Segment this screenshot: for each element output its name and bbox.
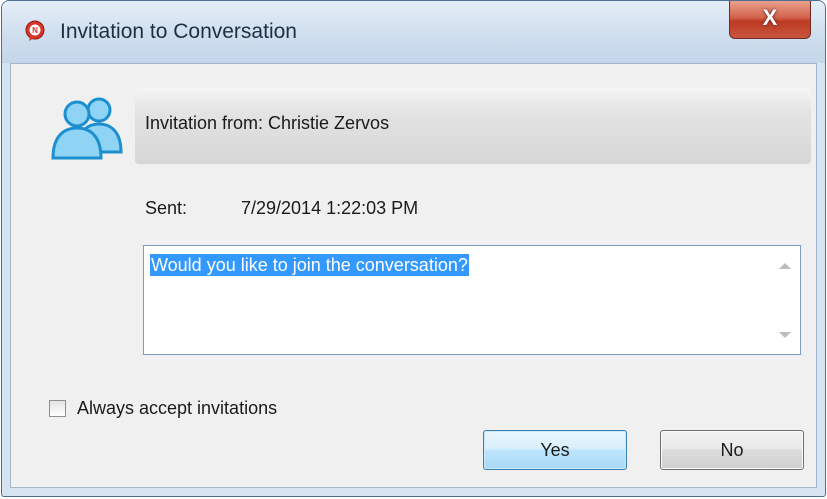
yes-button[interactable]: Yes xyxy=(483,430,627,470)
close-button[interactable]: X xyxy=(729,1,811,39)
title-bar[interactable]: N Invitation to Conversation X xyxy=(2,1,825,63)
scroll-down-arrow-icon[interactable] xyxy=(779,332,791,338)
svg-text:N: N xyxy=(32,26,38,35)
message-scrollbar[interactable] xyxy=(770,246,800,354)
dialog-window: N Invitation to Conversation X Invitatio… xyxy=(1,0,826,497)
window-title: Invitation to Conversation xyxy=(60,20,297,43)
chat-app-icon: N xyxy=(25,20,45,41)
scroll-up-arrow-icon[interactable] xyxy=(779,263,791,269)
dialog-body: Invitation from: Christie Zervos Sent: 7… xyxy=(10,63,817,488)
always-accept-label[interactable]: Always accept invitations xyxy=(77,398,277,419)
close-icon: X xyxy=(762,5,778,30)
invitation-from: Invitation from: Christie Zervos xyxy=(145,113,390,133)
sent-timestamp: 7/29/2014 1:22:03 PM xyxy=(241,198,419,218)
message-textarea[interactable]: Would you like to join the conversation? xyxy=(143,245,801,355)
no-button[interactable]: No xyxy=(660,430,804,470)
always-accept-checkbox[interactable] xyxy=(49,400,66,417)
message-text: Would you like to join the conversation? xyxy=(150,254,469,276)
sent-label: Sent: xyxy=(145,198,188,218)
people-icon xyxy=(51,97,123,160)
invitation-header: Invitation from: Christie Zervos xyxy=(135,88,811,164)
